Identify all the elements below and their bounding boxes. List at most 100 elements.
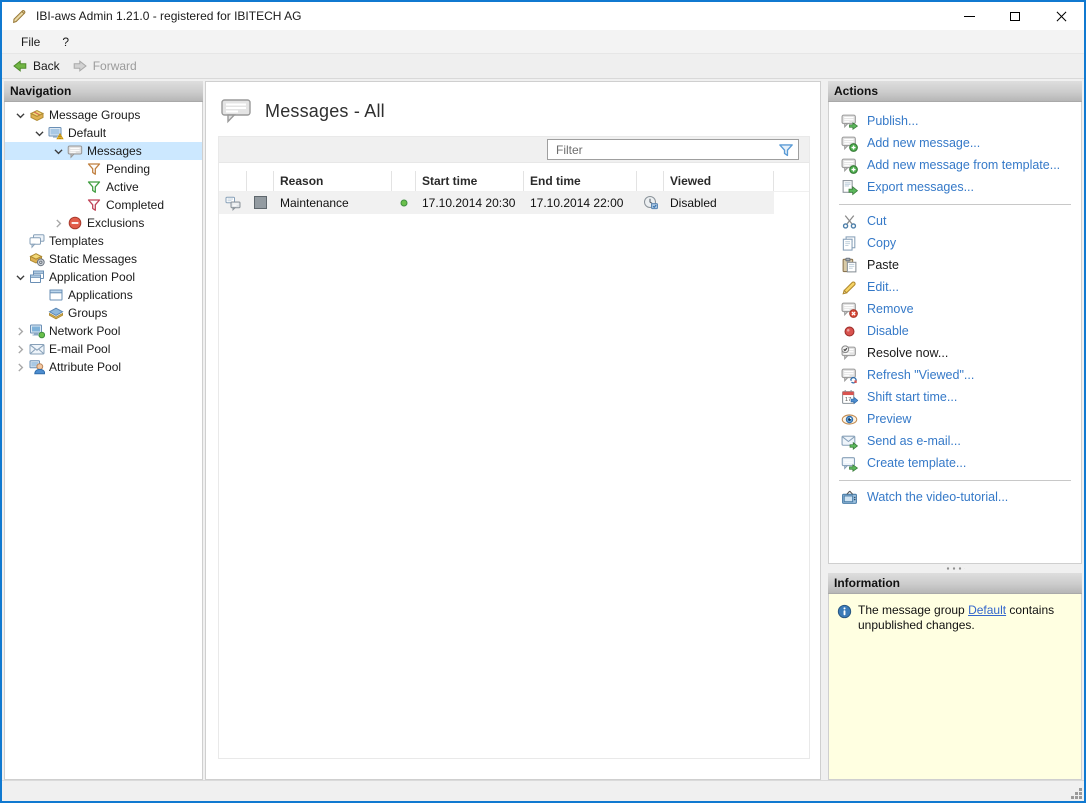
resize-grip[interactable] bbox=[1070, 787, 1083, 800]
title-bar: IBI-aws Admin 1.21.0 - registered for IB… bbox=[2, 2, 1084, 30]
action-cut[interactable]: Cut bbox=[829, 210, 1081, 232]
application-pool-icon bbox=[29, 269, 45, 285]
filter-funnel-icon[interactable] bbox=[777, 141, 795, 159]
tree-item-label: Active bbox=[106, 180, 143, 194]
action-remove[interactable]: Remove bbox=[829, 298, 1081, 320]
cell-start-time: 17.10.2014 20:30 bbox=[416, 196, 524, 210]
action-add-new-message[interactable]: Add new message... bbox=[829, 132, 1081, 154]
preview-icon bbox=[841, 411, 858, 428]
menu-item-help[interactable]: ? bbox=[51, 30, 80, 53]
tree-item-application-pool[interactable]: Application Pool bbox=[5, 268, 202, 286]
action-create-template[interactable]: Create template... bbox=[829, 452, 1081, 474]
column-header-icon-6[interactable] bbox=[637, 171, 664, 191]
resolve-now-icon bbox=[841, 345, 858, 362]
attribute-pool-icon bbox=[29, 359, 45, 375]
color-box-icon bbox=[253, 195, 269, 211]
column-header-icon-3[interactable] bbox=[392, 171, 416, 191]
messages-title-icon bbox=[219, 95, 253, 127]
back-arrow-icon bbox=[12, 58, 28, 74]
column-header-icon-0[interactable] bbox=[219, 171, 247, 191]
tree-indent bbox=[5, 151, 51, 152]
chevron-right-icon[interactable] bbox=[13, 360, 28, 375]
action-paste[interactable]: Paste bbox=[829, 254, 1081, 276]
tree-item-static-messages[interactable]: Static Messages bbox=[5, 250, 202, 268]
app-icon bbox=[11, 8, 28, 25]
tree-item-exclusions[interactable]: Exclusions bbox=[5, 214, 202, 232]
action-label: Export messages... bbox=[867, 180, 974, 194]
column-header-start-time[interactable]: Start time bbox=[416, 171, 524, 191]
action-refresh-viewed[interactable]: Refresh "Viewed"... bbox=[829, 364, 1081, 386]
tree-item-groups[interactable]: Groups bbox=[5, 304, 202, 322]
actions-separator bbox=[839, 480, 1071, 481]
templates-icon bbox=[29, 233, 45, 249]
chevron-right-icon[interactable] bbox=[13, 342, 28, 357]
tree-indent bbox=[5, 295, 32, 296]
tree-item-messages[interactable]: Messages bbox=[5, 142, 202, 160]
tree-item-active[interactable]: Active bbox=[5, 178, 202, 196]
column-header-end-time[interactable]: End time bbox=[524, 171, 637, 191]
default-group-link[interactable]: Default bbox=[968, 603, 1006, 617]
tree-item-e-mail-pool[interactable]: E-mail Pool bbox=[5, 340, 202, 358]
action-watch-the-video-tutorial[interactable]: Watch the video-tutorial... bbox=[829, 486, 1081, 508]
message-groups-icon bbox=[29, 107, 45, 123]
tree-item-pending[interactable]: Pending bbox=[5, 160, 202, 178]
tree-indent bbox=[5, 277, 13, 278]
action-preview[interactable]: Preview bbox=[829, 408, 1081, 430]
chevron-down-icon[interactable] bbox=[13, 108, 28, 123]
tree-item-templates[interactable]: Templates bbox=[5, 232, 202, 250]
action-label: Preview bbox=[867, 412, 911, 426]
action-publish[interactable]: Publish... bbox=[829, 110, 1081, 132]
tree-item-label: E-mail Pool bbox=[49, 342, 114, 356]
action-label: Shift start time... bbox=[867, 390, 957, 404]
column-header-icon-1[interactable] bbox=[247, 171, 274, 191]
action-add-new-message-from-template[interactable]: Add new message from template... bbox=[829, 154, 1081, 176]
tree-item-message-groups[interactable]: Message Groups bbox=[5, 106, 202, 124]
tree-item-attribute-pool[interactable]: Attribute Pool bbox=[5, 358, 202, 376]
minimize-button[interactable] bbox=[946, 2, 992, 30]
information-text: The message group Default contains unpub… bbox=[858, 603, 1073, 633]
main-panel: Messages - All ReasonStart timeEnd timeV… bbox=[205, 81, 821, 780]
remove-icon bbox=[841, 301, 858, 318]
chevron-right-icon[interactable] bbox=[13, 324, 28, 339]
shift-start-time-icon: 17 bbox=[841, 389, 858, 406]
action-copy[interactable]: Copy bbox=[829, 232, 1081, 254]
filter-input[interactable] bbox=[548, 143, 777, 157]
chevron-down-icon[interactable] bbox=[13, 270, 28, 285]
minimize-icon bbox=[964, 16, 975, 17]
close-button[interactable] bbox=[1038, 2, 1084, 30]
chevron-down-icon[interactable] bbox=[51, 144, 66, 159]
tree-item-default[interactable]: Default bbox=[5, 124, 202, 142]
paste-icon bbox=[841, 257, 858, 274]
action-export-messages[interactable]: Export messages... bbox=[829, 176, 1081, 198]
panel-splitter[interactable] bbox=[828, 564, 1082, 573]
menu-item-file[interactable]: File bbox=[10, 30, 51, 53]
tree-expander-placeholder bbox=[32, 306, 47, 321]
column-header-reason[interactable]: Reason bbox=[274, 171, 392, 191]
action-disable[interactable]: Disable bbox=[829, 320, 1081, 342]
chevron-down-icon[interactable] bbox=[32, 126, 47, 141]
actions-header: Actions bbox=[828, 81, 1082, 102]
action-resolve-now[interactable]: Resolve now... bbox=[829, 342, 1081, 364]
tree-item-network-pool[interactable]: Network Pool bbox=[5, 322, 202, 340]
forward-button[interactable]: Forward bbox=[68, 56, 145, 76]
action-send-as-e-mail[interactable]: Send as e-mail... bbox=[829, 430, 1081, 452]
tree-item-completed[interactable]: Completed bbox=[5, 196, 202, 214]
table-row[interactable]: Maintenance17.10.2014 20:3017.10.2014 22… bbox=[219, 192, 774, 214]
close-icon bbox=[1056, 11, 1067, 22]
tree-indent bbox=[5, 313, 32, 314]
action-shift-start-time[interactable]: 17 Shift start time... bbox=[829, 386, 1081, 408]
back-button[interactable]: Back bbox=[8, 56, 68, 76]
column-header-viewed[interactable]: Viewed bbox=[664, 171, 774, 191]
tree-indent bbox=[5, 259, 13, 260]
information-panel: The message group Default contains unpub… bbox=[828, 594, 1082, 780]
tree-indent bbox=[5, 349, 13, 350]
maximize-button[interactable] bbox=[992, 2, 1038, 30]
action-label: Watch the video-tutorial... bbox=[867, 490, 1008, 504]
tree-item-applications[interactable]: Applications bbox=[5, 286, 202, 304]
action-label: Edit... bbox=[867, 280, 899, 294]
chevron-right-icon[interactable] bbox=[51, 216, 66, 231]
action-edit[interactable]: Edit... bbox=[829, 276, 1081, 298]
filter-box bbox=[547, 139, 799, 160]
action-label: Remove bbox=[867, 302, 914, 316]
filter-completed-icon bbox=[86, 197, 102, 213]
